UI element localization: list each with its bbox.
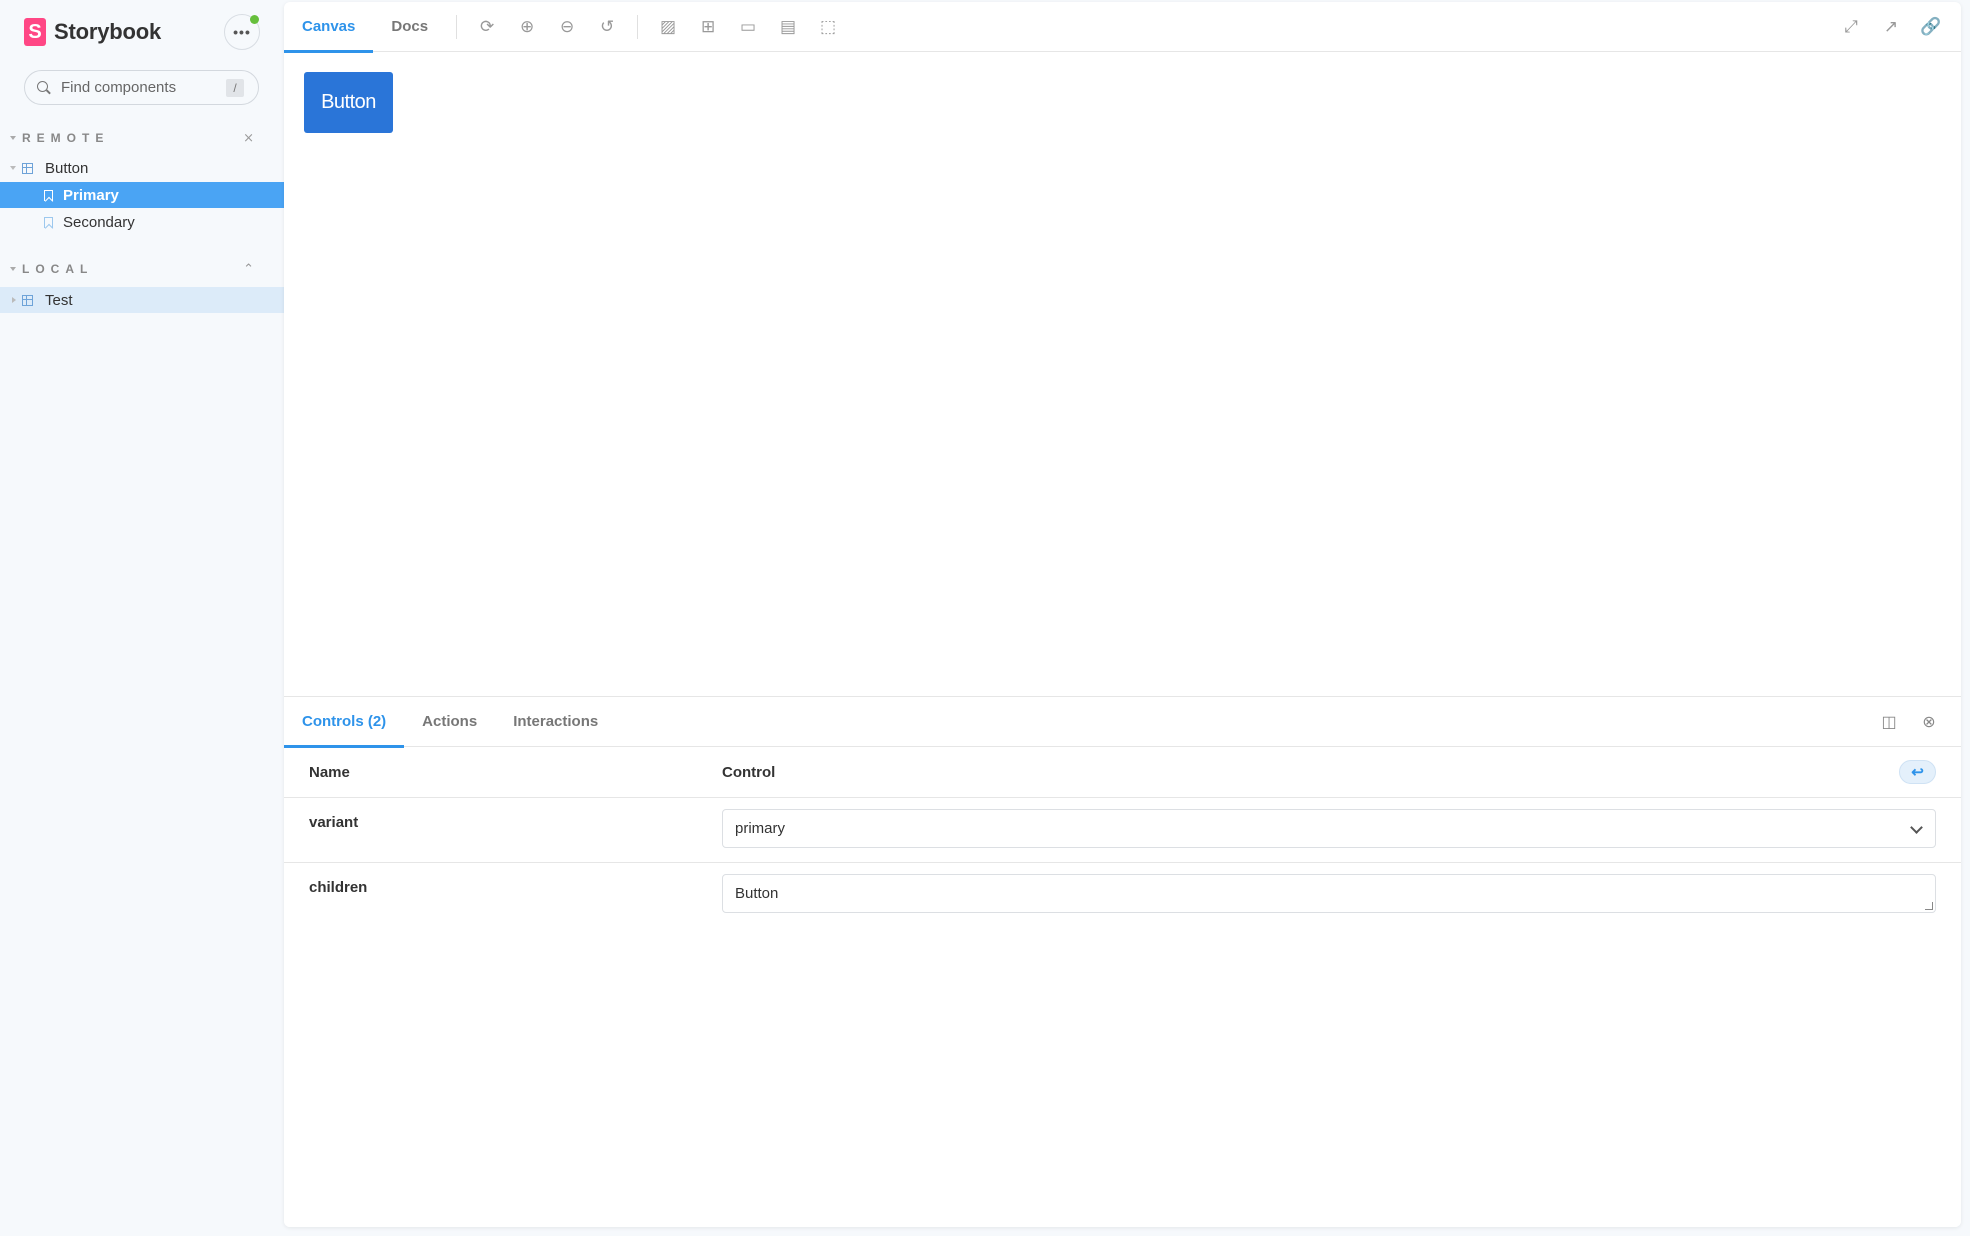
table-row: children Button [284,863,1961,928]
toolbar-right: ⤢ ↗ 🔗 [1831,7,1951,47]
grid-icon[interactable]: ⊞ [688,7,728,47]
outline-icon[interactable]: ⬚ [808,7,848,47]
sidebar: S Storybook ••• / REMOTE ⨯ Button Primar… [0,0,284,1236]
close-panel-icon[interactable]: ⊗ [1913,707,1945,737]
addons-panel: Controls (2) Actions Interactions ◫ ⊗ Na… [284,696,1961,1227]
measure-icon[interactable]: ▤ [768,7,808,47]
section-title: LOCAL [22,262,94,276]
tab-canvas[interactable]: Canvas [284,2,374,53]
section-local[interactable]: LOCAL ⌃ [0,259,284,279]
search-input[interactable] [61,79,221,96]
zoom-reset-icon[interactable]: ↺ [587,7,627,47]
viewport-icon[interactable]: ▭ [728,7,768,47]
tab-interactions[interactable]: Interactions [495,697,616,747]
collapse-all-icon[interactable]: ⨯ [243,130,254,146]
main-panel: Canvas Docs ⟳ ⊕ ⊖ ↺ ▨ ⊞ ▭ ▤ ⬚ ⤢ ↗ 🔗 Butt… [284,2,1961,1227]
chevron-down-icon [1910,821,1923,834]
component-icon [22,162,33,174]
settings-menu-button[interactable]: ••• [224,14,260,50]
preview-button[interactable]: Button [304,72,393,133]
zoom-in-icon[interactable]: ⊕ [507,7,547,47]
section-remote[interactable]: REMOTE ⨯ [0,128,284,148]
undo-icon: ↩ [1911,764,1924,781]
textarea-value: Button [735,885,779,902]
story-label: Primary [63,186,119,204]
tree-item-button[interactable]: Button [0,155,284,181]
brand-name: Storybook [54,19,161,44]
caret-down-icon [10,166,16,170]
toolbar-divider [456,14,458,39]
toolbar-divider [637,14,639,39]
arg-name: variant [309,814,359,831]
args-table-header: Name Control ↩ [284,747,1961,798]
tree-item-label: Button [45,159,89,177]
arg-name: children [309,879,368,896]
search-shortcut-key: / [226,79,244,97]
column-header-control: Control [722,764,776,781]
story-label: Secondary [63,213,135,231]
caret-down-icon [10,136,16,140]
story-item-secondary[interactable]: Secondary [0,209,284,235]
background-icon[interactable]: ▨ [648,7,688,47]
variant-select[interactable]: primary [722,809,1936,848]
resize-handle-icon[interactable] [1925,902,1933,910]
open-new-tab-icon[interactable]: ↗ [1871,7,1911,47]
select-value: primary [735,820,786,837]
search-box[interactable]: / [24,70,259,105]
zoom-out-icon[interactable]: ⊖ [547,7,587,47]
brand[interactable]: S Storybook [24,18,161,46]
search-icon [37,80,51,95]
addon-tabs: Controls (2) Actions Interactions ◫ ⊗ [284,697,1961,748]
expand-all-icon[interactable]: ⌃ [243,261,254,277]
component-icon [22,294,33,306]
copy-link-icon[interactable]: 🔗 [1911,7,1951,47]
addon-actions: ◫ ⊗ [1873,707,1945,737]
children-textarea[interactable]: Button [722,874,1936,913]
toolbar: Canvas Docs ⟳ ⊕ ⊖ ↺ ▨ ⊞ ▭ ▤ ⬚ ⤢ ↗ 🔗 [284,2,1961,53]
update-indicator-dot [250,15,259,24]
ellipsis-icon: ••• [233,24,251,40]
fullscreen-icon[interactable]: ⤢ [1831,7,1871,47]
tab-docs[interactable]: Docs [373,2,446,52]
tree-item-label: Test [45,291,73,309]
section-title: REMOTE [22,131,110,145]
story-item-primary[interactable]: Primary [0,182,284,208]
table-row: variant primary [284,798,1961,863]
bookmark-icon [44,216,53,228]
caret-right-icon [12,297,16,303]
tab-actions[interactable]: Actions [404,697,495,747]
caret-down-icon [10,267,16,271]
column-header-name: Name [309,764,350,781]
bookmark-icon [44,189,53,201]
reload-icon[interactable]: ⟳ [467,7,507,47]
reset-controls-button[interactable]: ↩ [1899,760,1936,784]
tree-item-test[interactable]: Test [0,287,284,313]
storybook-logo-icon: S [24,18,46,46]
panel-orientation-icon[interactable]: ◫ [1873,707,1905,737]
story-canvas: Button [284,53,1961,696]
tab-controls[interactable]: Controls (2) [284,697,405,748]
